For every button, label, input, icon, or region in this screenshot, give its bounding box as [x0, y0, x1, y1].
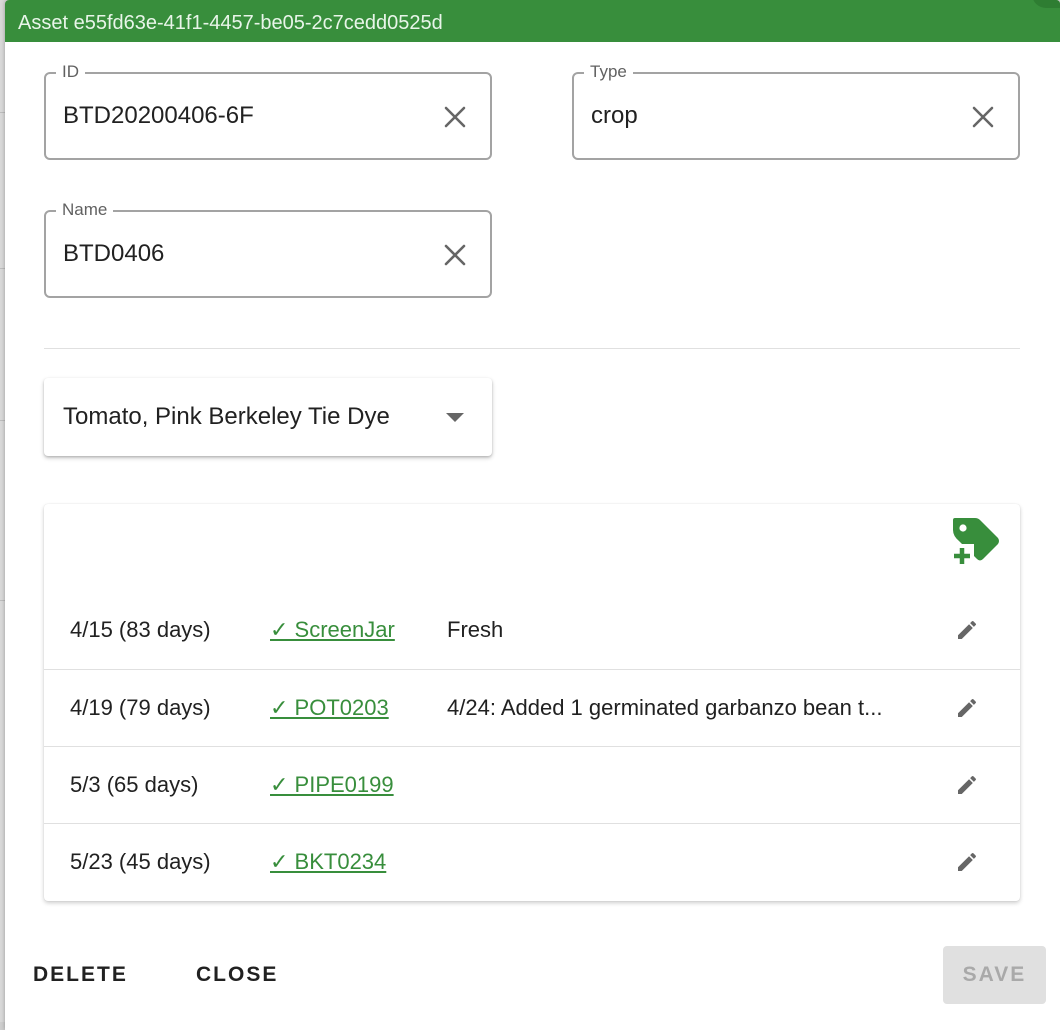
location-history-card: 4/15 (83 days) ✓ ScreenJar Fresh 4/19 (7… [44, 504, 1020, 901]
type-input[interactable] [591, 101, 931, 131]
name-field-label: Name [56, 199, 114, 221]
variety-select[interactable]: Tomato, Pink Berkeley Tie Dye [44, 378, 492, 456]
clear-id-icon[interactable] [442, 104, 468, 130]
location-note: 4/24: Added 1 germinated garbanzo bean t… [447, 695, 883, 720]
dropdown-arrow-icon [446, 413, 464, 422]
edit-pencil-icon[interactable] [955, 850, 979, 874]
location-date: 4/15 (83 days) [70, 617, 211, 642]
location-date: 5/3 (65 days) [70, 772, 199, 797]
id-field-label: ID [56, 61, 85, 83]
section-divider [44, 348, 1020, 349]
name-input[interactable] [63, 239, 403, 269]
location-note: Fresh [447, 617, 504, 642]
save-button[interactable]: SAVE [943, 946, 1046, 1004]
close-button[interactable]: CLOSE [184, 946, 290, 1004]
location-row[interactable]: 5/3 (65 days) ✓ PIPE0199 [44, 746, 1020, 824]
edit-pencil-icon[interactable] [955, 696, 979, 720]
asset-dialog: Asset e55fd63e-41f1-4457-be05-2c7cedd052… [5, 0, 1060, 1030]
id-field[interactable]: ID [44, 61, 492, 160]
clear-name-icon[interactable] [442, 242, 468, 268]
dialog-title: Asset e55fd63e-41f1-4457-be05-2c7cedd052… [5, 0, 1060, 42]
type-field[interactable]: Type [572, 61, 1020, 160]
type-field-label: Type [584, 61, 633, 83]
location-link[interactable]: ✓ POT0203 [270, 694, 389, 722]
edit-pencil-icon[interactable] [955, 618, 979, 642]
id-input[interactable] [63, 101, 403, 131]
clear-type-icon[interactable] [970, 104, 996, 130]
location-row[interactable]: 4/15 (83 days) ✓ ScreenJar Fresh [44, 592, 1020, 669]
location-link[interactable]: ✓ ScreenJar [270, 616, 395, 644]
location-date: 5/23 (45 days) [70, 849, 211, 874]
location-row[interactable]: 4/19 (79 days) ✓ POT0203 4/24: Added 1 g… [44, 669, 1020, 747]
location-date: 4/19 (79 days) [70, 695, 211, 720]
delete-button[interactable]: DELETE [21, 946, 140, 1004]
location-link[interactable]: ✓ BKT0234 [270, 848, 386, 876]
location-link[interactable]: ✓ PIPE0199 [270, 771, 394, 799]
location-row[interactable]: 5/23 (45 days) ✓ BKT0234 [44, 823, 1020, 901]
name-field[interactable]: Name [44, 199, 492, 298]
edit-pencil-icon[interactable] [955, 773, 979, 797]
variety-select-value: Tomato, Pink Berkeley Tie Dye [63, 403, 390, 430]
add-tag-icon[interactable] [950, 516, 1002, 566]
